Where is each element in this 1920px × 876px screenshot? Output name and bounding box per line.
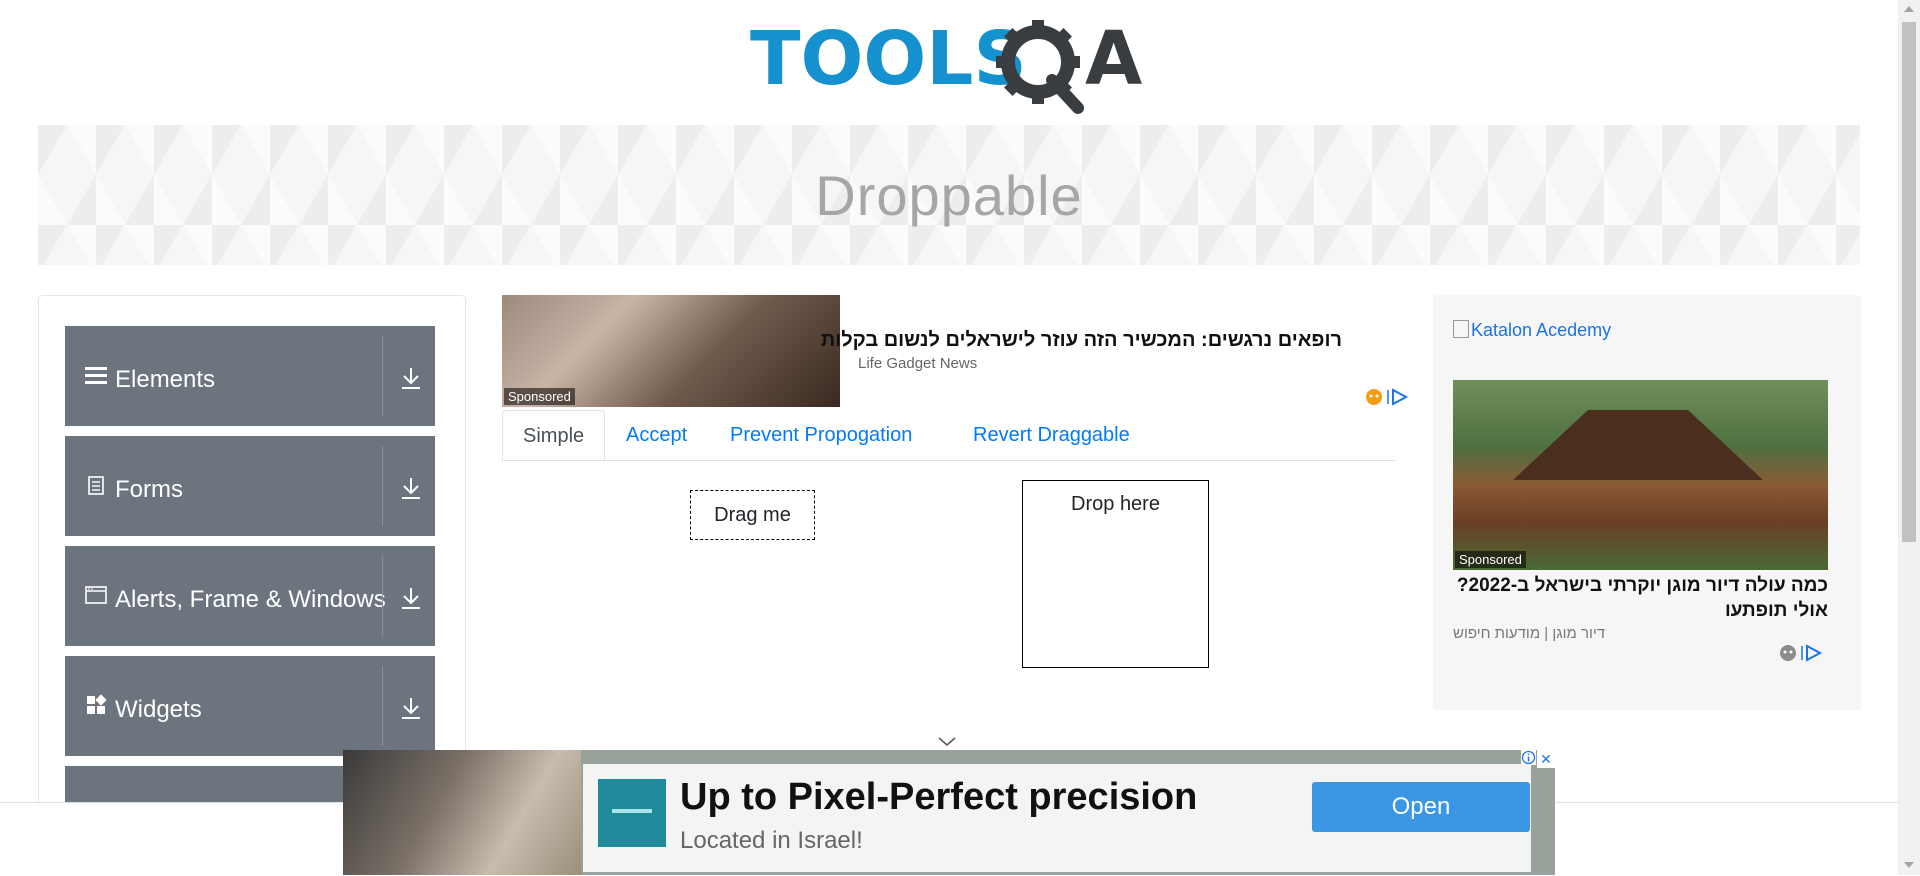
sidebar-group-label: Alerts, Frame & Windows: [115, 586, 386, 613]
left-sidebar: Elements Forms Alerts, Frame & Windows W…: [38, 295, 466, 817]
droppable-target[interactable]: Drop here: [1022, 480, 1209, 668]
page-title: Droppable: [815, 163, 1083, 227]
ad-open-button[interactable]: Open: [1312, 782, 1530, 832]
draggable-box[interactable]: Drag me: [690, 490, 815, 540]
sidebar-group-forms[interactable]: Forms: [65, 436, 435, 536]
ad-brand-logo: [598, 779, 666, 847]
divider: [382, 666, 383, 746]
ad-headline[interactable]: רופאים נרגשים: המכשיר הזה עוזר לישראלים …: [821, 329, 1342, 352]
menu-lines-icon: [85, 367, 107, 384]
sidebar-group-label: Forms: [115, 476, 183, 503]
ad-image[interactable]: Sponsored: [1453, 380, 1828, 570]
scroll-up-arrow-icon[interactable]: [1904, 6, 1914, 12]
ad-source[interactable]: דיור מוגן | מודעות חיפוש: [1453, 625, 1828, 642]
sponsored-ad-right[interactable]: Katalon Acedemy Sponsored כמה עולה דיור …: [1433, 295, 1861, 710]
house-roof: [1513, 410, 1763, 480]
sidebar-group-widgets[interactable]: Widgets: [65, 656, 435, 756]
document-icon: [88, 476, 104, 495]
chevron-down-icon[interactable]: [937, 734, 957, 748]
info-icon[interactable]: [1521, 750, 1536, 765]
sponsored-label: Sponsored: [1455, 551, 1526, 568]
adchoices-icon[interactable]: [1364, 387, 1412, 407]
logo-graphic: TOOLS A: [750, 18, 1142, 114]
sponsored-ad-top[interactable]: Sponsored רופאים נרגשים: המכשיר הזה עוזר…: [502, 295, 1412, 410]
window-icon: [85, 586, 107, 604]
download-arrow-icon[interactable]: [400, 476, 422, 500]
ad-headline[interactable]: כמה עולה דיור מוגן יוקרתי בישראל ב-2022?…: [1453, 573, 1828, 623]
sponsored-label: Sponsored: [504, 388, 575, 405]
divider: [382, 336, 383, 416]
adchoices-icon[interactable]: [1778, 643, 1826, 663]
page-banner: Droppable: [38, 125, 1860, 265]
toolsqa-logo[interactable]: TOOLS A: [750, 18, 1155, 114]
ad-image[interactable]: [343, 750, 581, 875]
download-arrow-icon[interactable]: [400, 696, 422, 720]
widgets-grid-icon: [87, 694, 107, 714]
droppable-label: Drop here: [1071, 493, 1160, 515]
tab-prevent-propogation[interactable]: Prevent Propogation: [710, 410, 932, 458]
sidebar-group-label: Widgets: [115, 696, 202, 723]
sidebar-group-alerts-frame-windows[interactable]: Alerts, Frame & Windows: [65, 546, 435, 646]
tab-simple[interactable]: Simple: [502, 410, 606, 460]
download-arrow-icon[interactable]: [400, 586, 422, 610]
download-arrow-icon[interactable]: [400, 366, 422, 390]
vertical-scrollbar[interactable]: [1898, 0, 1920, 875]
ad-close-icon[interactable]: ✕: [1537, 750, 1555, 768]
logo-text-tools: TOOLS: [750, 18, 1027, 102]
logo-text-a: A: [1085, 18, 1142, 102]
ad-subtitle[interactable]: Located in Israel!: [680, 827, 863, 855]
sidebar-group-label: Elements: [115, 366, 216, 393]
tab-bar: Simple Accept Prevent Propogation Revert…: [502, 410, 1395, 461]
ad-title[interactable]: Up to Pixel-Perfect precision: [680, 776, 1197, 819]
tab-accept[interactable]: Accept: [606, 410, 707, 458]
scroll-thumb[interactable]: [1902, 22, 1916, 542]
broken-image-icon: [1453, 320, 1469, 338]
ad-image-alt-link[interactable]: Katalon Acedemy: [1471, 320, 1611, 341]
divider: [382, 556, 383, 636]
scroll-down-arrow-icon[interactable]: [1904, 862, 1914, 868]
divider: [382, 446, 383, 526]
ad-card[interactable]: Up to Pixel-Perfect precision Located in…: [583, 764, 1531, 872]
ad-image[interactable]: Sponsored: [502, 295, 840, 407]
sidebar-group-elements[interactable]: Elements: [65, 326, 435, 426]
bottom-sticky-ad[interactable]: Up to Pixel-Perfect precision Located in…: [343, 750, 1555, 875]
ad-source[interactable]: Life Gadget News: [858, 355, 977, 372]
tab-revert-draggable[interactable]: Revert Draggable: [953, 410, 1150, 458]
